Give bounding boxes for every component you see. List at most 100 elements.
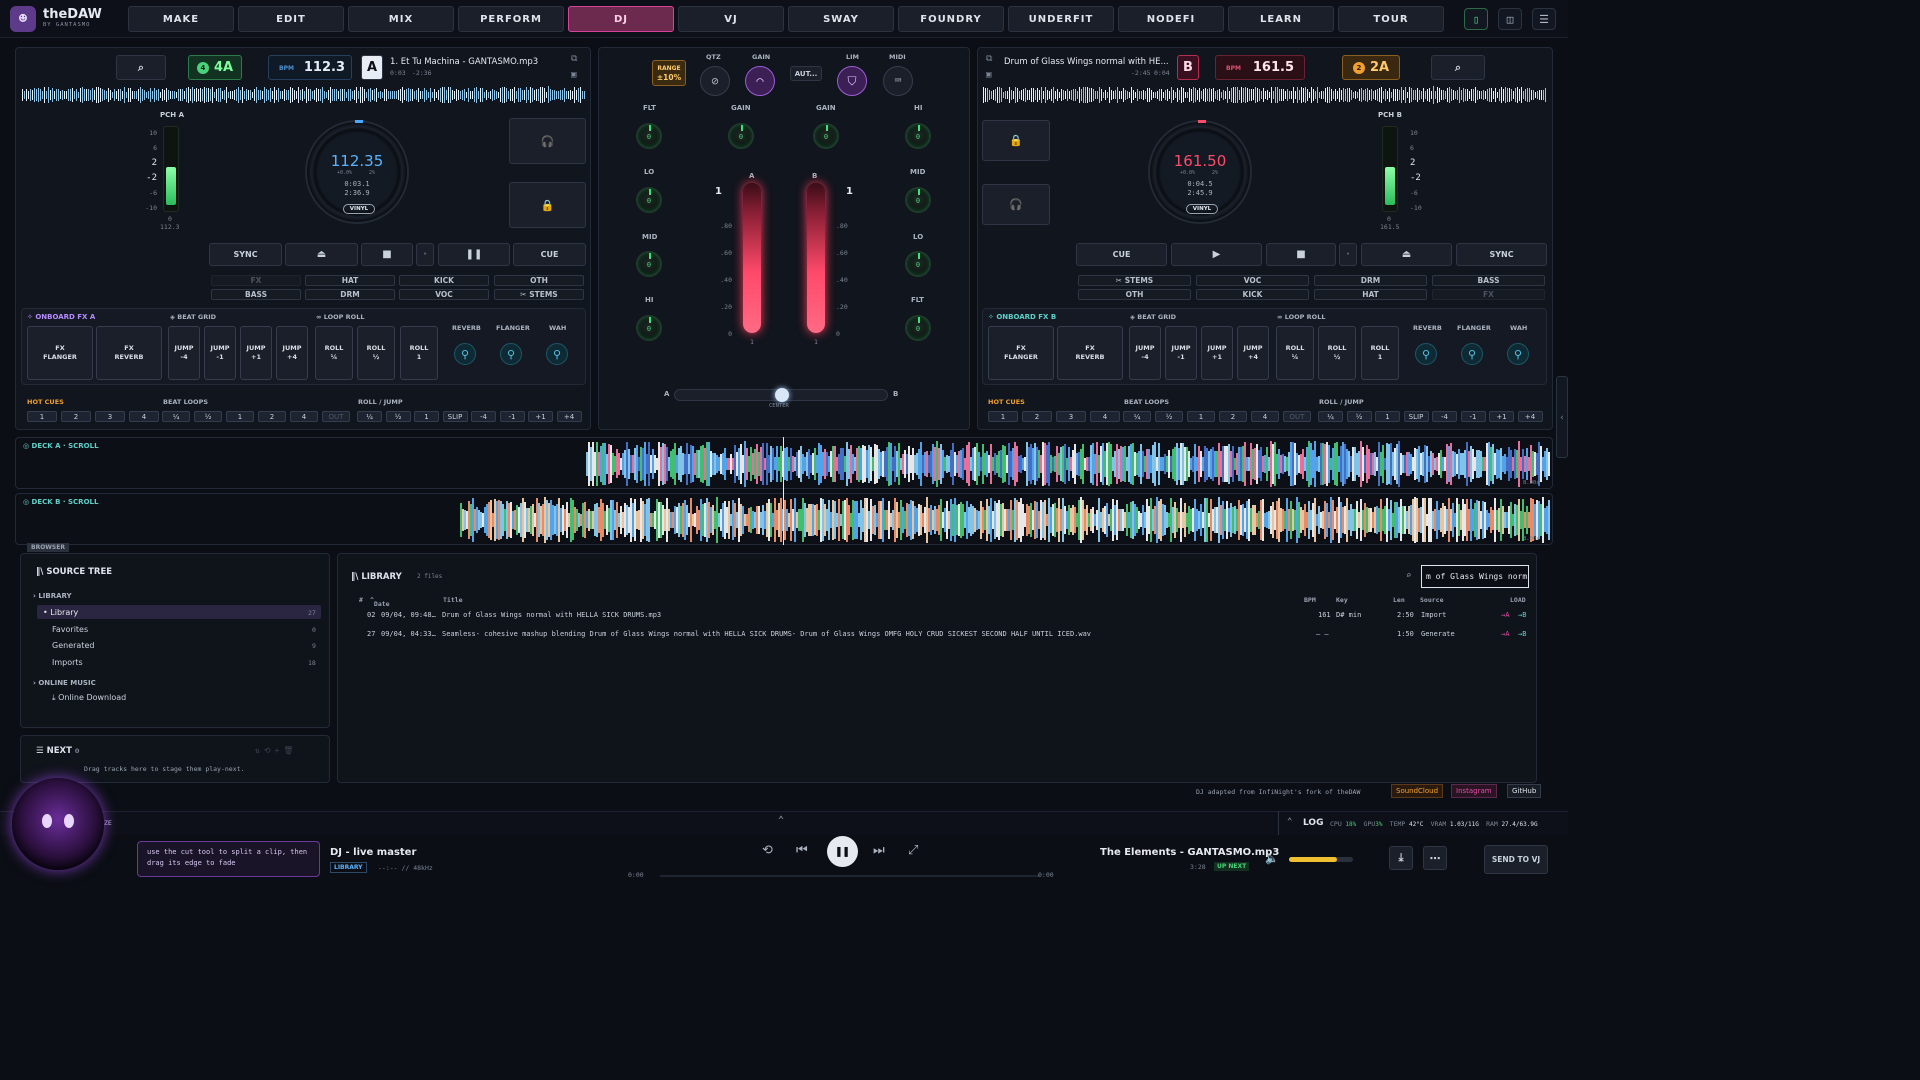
soundcloud-link[interactable]: SoundCloud [1391, 784, 1444, 798]
hot-cue-4[interactable]: 4 [129, 411, 159, 422]
mid-a-knob[interactable]: 0 [636, 251, 662, 277]
deck-b-play-icon[interactable]: ▶ [1171, 243, 1262, 266]
range-button[interactable]: RANGE ±10% [652, 60, 686, 86]
beat-loop-button[interactable]: ½ [1155, 411, 1183, 422]
instagram-link[interactable]: Instagram [1451, 784, 1497, 798]
deck-b-jump-minus4[interactable]: JUMP -4 [1129, 326, 1161, 380]
deck-a-fx-reverb[interactable]: FX REVERB [96, 326, 162, 380]
deck-b-stem-hat[interactable]: HAT [1314, 289, 1427, 300]
send-to-vj-button[interactable]: SEND TO VJ [1484, 845, 1548, 874]
lo-a-knob[interactable]: 0 [636, 187, 662, 213]
deck-b-save-icon[interactable]: ▣ [986, 70, 991, 80]
beat-loop-button[interactable]: OUT [322, 411, 350, 422]
col-bpm[interactable]: BPM [1304, 596, 1316, 604]
deck-a-stem-oth[interactable]: OTH [494, 275, 584, 286]
col-num[interactable]: # [359, 596, 363, 604]
tab-perform[interactable]: PERFORM [458, 6, 564, 32]
deck-a-reverb-knob-icon[interactable]: ⚲ [454, 343, 476, 365]
tab-vj[interactable]: VJ [678, 6, 784, 32]
roll-jump-button[interactable]: -1 [499, 411, 525, 422]
roll-jump-button[interactable]: SLIP [1403, 411, 1429, 422]
deck-b-stem-fx[interactable]: FX [1432, 289, 1545, 300]
gain-meter-icon[interactable]: ◠ [745, 66, 775, 96]
deck-b-stop-icon[interactable]: ■ [1266, 243, 1336, 266]
library-search-input[interactable]: m of Glass Wings norm [1421, 565, 1529, 588]
channel-a-fader[interactable] [743, 183, 761, 333]
deck-a-stem-voc[interactable]: VOC [399, 289, 489, 300]
load-deck-a-button[interactable]: →A [1501, 611, 1509, 619]
beat-loop-button[interactable]: 4 [290, 411, 318, 422]
channel-b-fader[interactable] [807, 183, 825, 333]
roll-jump-button[interactable]: ½ [385, 411, 411, 422]
deck-a-save-icon[interactable]: ▣ [571, 70, 576, 80]
beat-loop-button[interactable]: 2 [258, 411, 286, 422]
deck-a-stem-fx[interactable]: FX [211, 275, 301, 286]
deck-b-flanger-knob-icon[interactable]: ⚲ [1461, 343, 1483, 365]
mascot-avatar[interactable] [12, 778, 104, 870]
beat-loop-button[interactable]: ¼ [162, 411, 190, 422]
quantize-icon[interactable]: ⊘ [700, 66, 730, 96]
roll-jump-button[interactable]: +4 [556, 411, 582, 422]
lo-b-knob[interactable]: 0 [905, 251, 931, 277]
deck-a-jump-plus1[interactable]: JUMP +1 [240, 326, 272, 380]
flt-a-knob[interactable]: 0 [636, 123, 662, 149]
deck-b-search-icon[interactable]: ⌕ [1431, 55, 1485, 80]
tab-underfit[interactable]: UNDERFIT [1008, 6, 1114, 32]
roll-jump-button[interactable]: -1 [1460, 411, 1486, 422]
hot-cue-2[interactable]: 2 [61, 411, 91, 422]
tab-dj[interactable]: DJ [568, 6, 674, 32]
crossfader[interactable] [674, 388, 888, 402]
deck-b-stems-button[interactable]: ✂ STEMS [1078, 275, 1191, 286]
hot-cue-4[interactable]: 4 [1090, 411, 1120, 422]
deck-a-pitch-fader[interactable] [163, 126, 179, 212]
deck-a-sync-button[interactable]: SYNC [209, 243, 282, 266]
deck-a-eject-icon[interactable]: ⏏ [285, 243, 358, 266]
deck-b-jump-minus1[interactable]: JUMP -1 [1165, 326, 1197, 380]
tree-item-library-selected[interactable] [37, 605, 321, 619]
tree-library-section[interactable]: › LIBRARY [33, 592, 72, 600]
beat-loop-button[interactable]: ½ [194, 411, 222, 422]
hot-cue-3[interactable]: 3 [95, 411, 125, 422]
deck-b-dot-button[interactable]: • [1339, 243, 1357, 266]
deck-b-jump-plus4[interactable]: JUMP +4 [1237, 326, 1269, 380]
deck-b-reverb-knob-icon[interactable]: ⚲ [1415, 343, 1437, 365]
beat-loop-button[interactable]: ¼ [1123, 411, 1151, 422]
search-icon[interactable]: ⌕ [1406, 566, 1420, 586]
volume-icon[interactable]: 🔈 [1265, 852, 1279, 865]
download-icon[interactable]: ⤓ [1389, 846, 1413, 870]
deck-b-stem-kick[interactable]: KICK [1196, 289, 1309, 300]
deck-b-vinyl-toggle[interactable]: VINYL [1186, 204, 1218, 214]
roll-jump-button[interactable]: -4 [1432, 411, 1457, 422]
deck-b-expand-icon[interactable]: ⧉ [986, 54, 992, 64]
deck-b-eject-icon[interactable]: ⏏ [1361, 243, 1452, 266]
deck-b-sync-button[interactable]: SYNC [1456, 243, 1547, 266]
beat-loop-button[interactable]: 4 [1251, 411, 1279, 422]
deck-a-roll-1[interactable]: ROLL 1 [400, 326, 438, 380]
hi-b-knob[interactable]: 0 [905, 123, 931, 149]
flt-b-knob[interactable]: 0 [905, 315, 931, 341]
previous-icon[interactable]: ⏮ [796, 843, 808, 858]
more-options-icon[interactable]: ⋯ [1423, 846, 1447, 870]
deck-a-stem-kick[interactable]: KICK [399, 275, 489, 286]
load-deck-b-button[interactable]: →B [1518, 630, 1526, 638]
deck-a-expand-icon[interactable]: ⧉ [571, 54, 577, 64]
deck-a-lock-icon[interactable]: 🔒 [509, 182, 586, 228]
log-label[interactable]: LOG [1303, 818, 1323, 828]
crossfader-knob[interactable] [775, 388, 789, 402]
menu-icon[interactable]: ☰ [1532, 8, 1556, 30]
expand-up-chevron-icon[interactable]: ⌃ [778, 815, 784, 826]
deck-a-jog-wheel[interactable]: 112.35 +0.0% 2% 0:03.1 2:36.9 VINYL [305, 120, 409, 224]
roll-jump-button[interactable]: +1 [528, 411, 553, 422]
deck-a-stem-bass[interactable]: BASS [211, 289, 301, 300]
col-len[interactable]: Len [1393, 596, 1405, 604]
tree-online-music-section[interactable]: › ONLINE MUSIC [33, 679, 96, 687]
deck-a-fx-flanger[interactable]: FX FLANGER [27, 326, 93, 380]
col-load[interactable]: LOAD [1510, 596, 1526, 604]
hot-cue-1[interactable]: 1 [988, 411, 1018, 422]
deck-b-roll-1[interactable]: ROLL 1 [1361, 326, 1399, 380]
play-pause-icon[interactable]: ❚❚ [827, 836, 858, 867]
deck-a-search-icon[interactable]: ⌕ [116, 55, 166, 80]
github-link[interactable]: GitHub [1507, 784, 1542, 798]
phone-icon[interactable]: ▯ [1464, 8, 1488, 30]
log-chevron-icon[interactable]: ⌃ [1287, 817, 1292, 827]
